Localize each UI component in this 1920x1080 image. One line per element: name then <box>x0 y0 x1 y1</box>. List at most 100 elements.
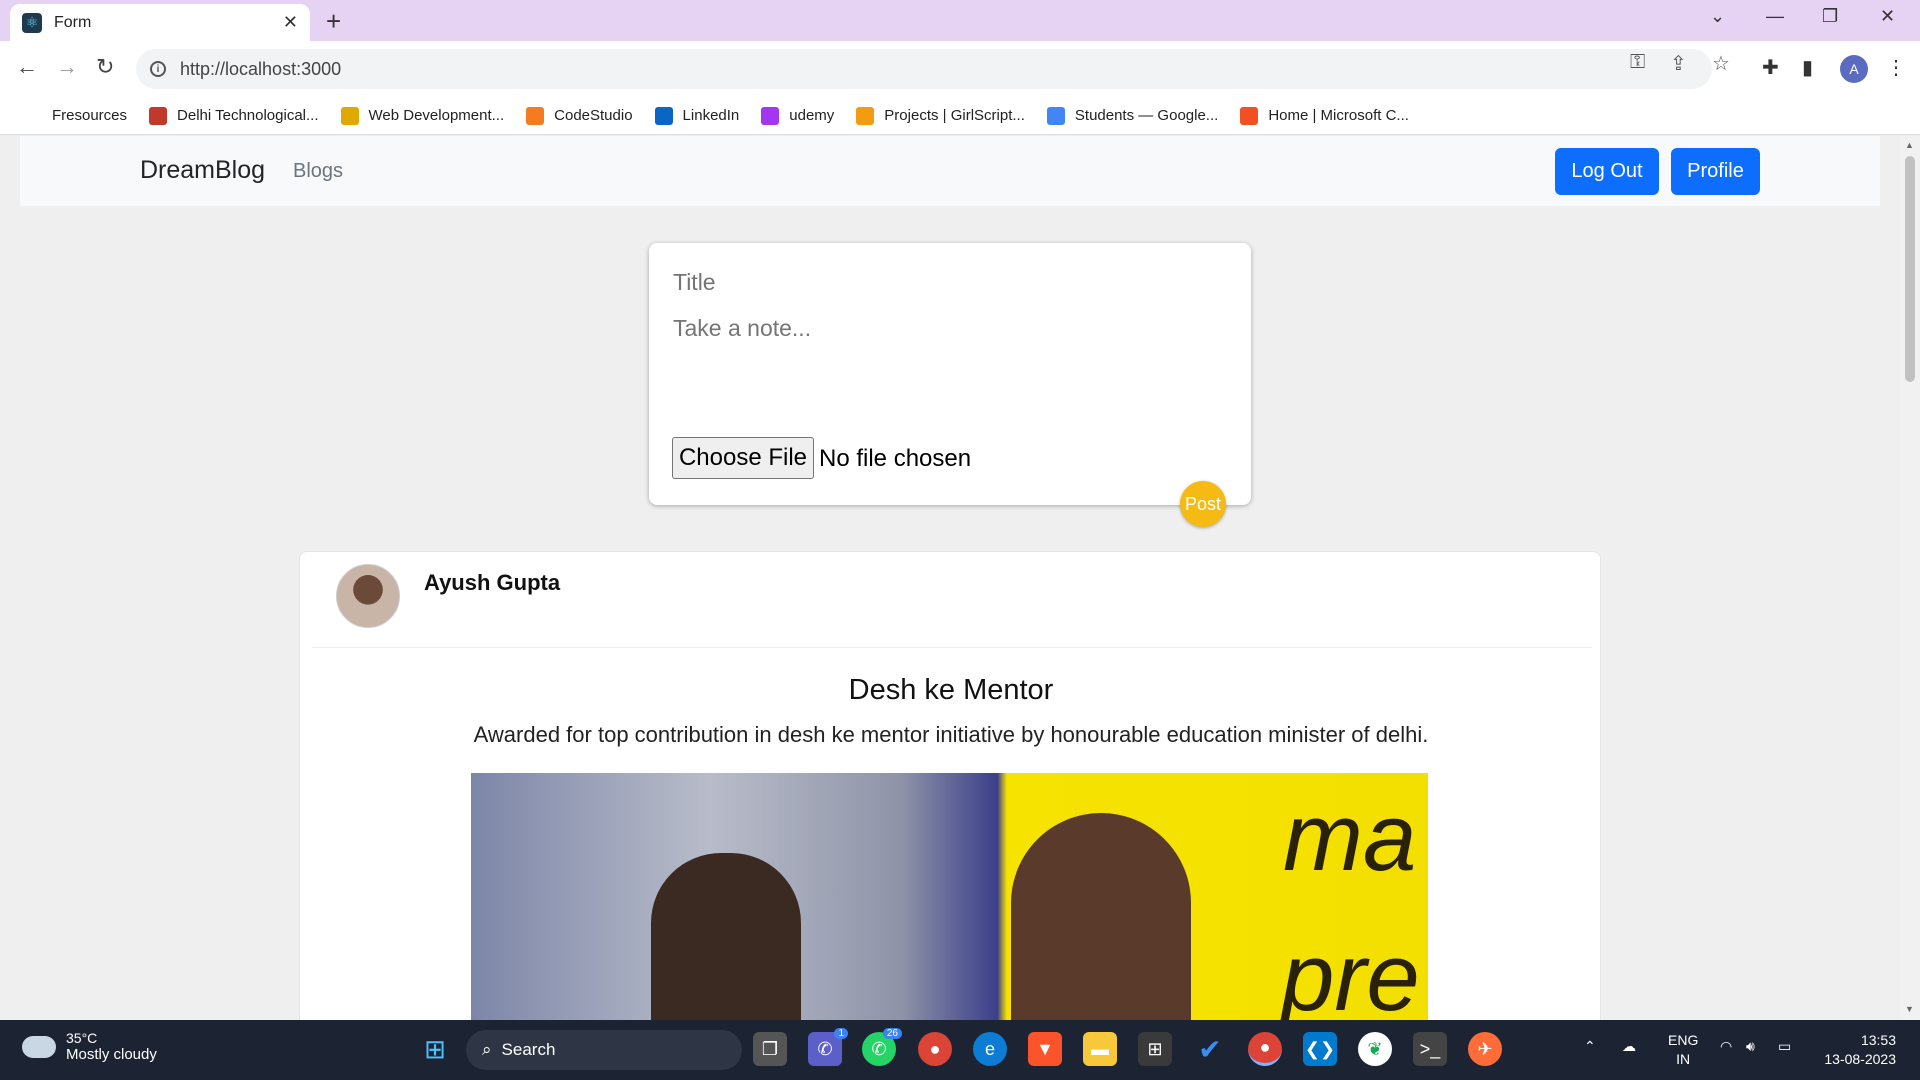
title-input[interactable]: Title <box>673 269 716 296</box>
onedrive-icon[interactable]: ☁ <box>1622 1038 1636 1055</box>
brave-icon[interactable]: ▼ <box>1028 1032 1062 1066</box>
tab-search-icon[interactable]: ⌄ <box>1710 6 1725 27</box>
vscode-icon[interactable]: ❮❯ <box>1303 1032 1337 1066</box>
bookmark-label: Projects | GirlScript... <box>884 107 1025 124</box>
person-figure <box>1011 813 1191 1020</box>
address-bar[interactable]: i http://localhost:3000 <box>136 49 1712 89</box>
blog-post-card: Ayush Gupta Desh ke Mentor Awarded for t… <box>299 551 1601 1020</box>
choose-file-button[interactable]: Choose File <box>672 437 814 479</box>
udemy-icon <box>761 106 780 125</box>
scroll-up-icon[interactable]: ▲ <box>1905 140 1914 150</box>
search-label: Search <box>501 1040 556 1059</box>
notification-badge: 26 <box>882 1028 902 1039</box>
girlscript-icon <box>856 106 875 125</box>
menu-icon[interactable]: ⋮ <box>1886 55 1906 80</box>
image-text: pre <box>1281 924 1420 1020</box>
share-icon[interactable]: ⇪ <box>1670 51 1687 76</box>
browser-tab-strip: ⚛ Form ✕ + ⌄ — ❐ ✕ <box>0 0 1920 41</box>
bookmark-label: Fresources <box>52 107 128 124</box>
new-tab-button[interactable]: + <box>326 6 341 37</box>
file-status-text: No file chosen <box>819 445 972 472</box>
brand-logo[interactable]: DreamBlog <box>140 156 265 185</box>
volume-icon[interactable]: 🔊︎ <box>1746 1038 1755 1055</box>
create-post-form: Title Take a note... Choose File No file… <box>649 243 1251 527</box>
region-code: IN <box>1676 1051 1691 1067</box>
chrome-profile-icon[interactable]: ● <box>1248 1032 1282 1066</box>
chrome-icon[interactable]: ● <box>918 1032 952 1066</box>
postman-icon[interactable]: ✈ <box>1468 1032 1502 1066</box>
bookmark-label: Delhi Technological... <box>177 107 319 124</box>
show-hidden-icons[interactable]: ⌃ <box>1584 1038 1596 1055</box>
bookmark-label: udemy <box>789 107 835 124</box>
close-tab-icon[interactable]: ✕ <box>283 12 298 33</box>
bookmark-label: Home | Microsoft C... <box>1268 107 1409 124</box>
page-scrollbar[interactable]: ▲ ▼ <box>1900 136 1920 1020</box>
search-icon: ⌕ <box>482 1040 492 1059</box>
bookmark-item[interactable]: Students — Google... <box>1046 106 1218 125</box>
windows-start-icon[interactable]: ⊞ <box>418 1032 452 1066</box>
reload-icon[interactable]: ↻ <box>96 54 114 80</box>
bookmark-item[interactable]: Projects | GirlScript... <box>856 106 1025 125</box>
react-icon: ⚛ <box>22 12 42 33</box>
bookmark-item[interactable]: Fresources <box>24 106 128 125</box>
page-viewport: DreamBlog Blogs Log Out Profile Title Ta… <box>0 136 1900 1020</box>
extensions-icon[interactable]: ✚ <box>1762 55 1779 80</box>
nav-link-blogs[interactable]: Blogs <box>293 160 343 183</box>
mongodb-compass-icon[interactable]: ❦ <box>1358 1032 1392 1066</box>
language-code: ENG <box>1668 1032 1699 1048</box>
time: 13:53 <box>1860 1032 1896 1048</box>
tab-title: Form <box>54 13 92 31</box>
browser-tab[interactable]: ⚛ Form ✕ <box>10 4 310 41</box>
post-button[interactable]: Post <box>1180 481 1226 527</box>
divider <box>312 647 1592 648</box>
bookmark-item[interactable]: Home | Microsoft C... <box>1240 106 1409 125</box>
task-view-icon[interactable]: ❐ <box>753 1032 787 1066</box>
teams-icon[interactable]: ✆ 1 <box>808 1028 848 1066</box>
temperature: 35°C <box>66 1030 98 1046</box>
back-icon[interactable]: ← <box>16 54 38 80</box>
whatsapp-icon[interactable]: ✆ 26 <box>862 1028 902 1066</box>
forward-icon[interactable]: → <box>56 54 78 80</box>
dtu-logo-icon <box>149 106 168 125</box>
file-explorer-icon[interactable]: ▬ <box>1083 1032 1117 1066</box>
close-window-button[interactable]: ✕ <box>1880 6 1895 27</box>
note-textarea[interactable]: Take a note... <box>673 315 811 342</box>
bookmark-label: CodeStudio <box>554 107 633 124</box>
side-panel-icon[interactable]: ▮ <box>1802 55 1813 80</box>
bookmarks-bar: Fresources Delhi Technological... Web Deve… <box>0 97 1920 135</box>
todo-icon[interactable]: ✔ <box>1193 1032 1227 1066</box>
cloud-icon <box>22 1035 56 1058</box>
person-figure <box>651 853 801 1020</box>
restore-button[interactable]: ❐ <box>1822 6 1838 27</box>
system-clock[interactable]: 13:53 13-08-2023 <box>1816 1031 1896 1069</box>
folder-icon <box>24 106 42 125</box>
bookmark-item[interactable]: Delhi Technological... <box>149 106 319 125</box>
author-avatar[interactable] <box>336 564 400 628</box>
minimize-button[interactable]: — <box>1766 6 1784 27</box>
taskbar-search[interactable]: ⌕ Search <box>466 1030 742 1070</box>
language-indicator[interactable]: ENG IN <box>1668 1031 1698 1069</box>
logout-button[interactable]: Log Out <box>1555 148 1659 195</box>
bookmark-item[interactable]: Web Development... <box>340 106 504 125</box>
microsoft-icon <box>1240 106 1259 125</box>
site-info-icon[interactable]: i <box>150 61 166 77</box>
weather-status: Mostly cloudy <box>66 1046 157 1063</box>
wifi-icon[interactable]: ◠ <box>1720 1038 1732 1055</box>
profile-avatar[interactable]: A <box>1840 55 1868 83</box>
weather-widget[interactable]: 35°C Mostly cloudy <box>22 1030 157 1063</box>
bookmark-item[interactable]: CodeStudio <box>526 106 633 125</box>
battery-icon[interactable]: ▭ <box>1778 1038 1791 1055</box>
bookmark-star-icon[interactable]: ☆ <box>1712 51 1730 76</box>
terminal-icon[interactable]: >_ <box>1413 1032 1447 1066</box>
browser-toolbar: ← → ↻ i http://localhost:3000 ⚿ ⇪ ☆ ✚ ▮ … <box>0 41 1920 97</box>
scroll-down-icon[interactable]: ▼ <box>1905 1004 1914 1014</box>
microsoft-store-icon[interactable]: ⊞ <box>1138 1032 1172 1066</box>
password-key-icon[interactable]: ⚿ <box>1630 51 1645 74</box>
edge-icon[interactable]: e <box>973 1032 1007 1066</box>
bookmark-item[interactable]: udemy <box>761 106 835 125</box>
profile-button[interactable]: Profile <box>1671 148 1760 195</box>
windows-taskbar: 35°C Mostly cloudy ⊞ ⌕ Search ❐ ✆ 1 ✆ 26 ●… <box>0 1020 1920 1080</box>
bookmark-item[interactable]: LinkedIn <box>654 106 739 125</box>
scrollbar-thumb[interactable] <box>1905 156 1915 382</box>
google-icon <box>1046 106 1065 125</box>
